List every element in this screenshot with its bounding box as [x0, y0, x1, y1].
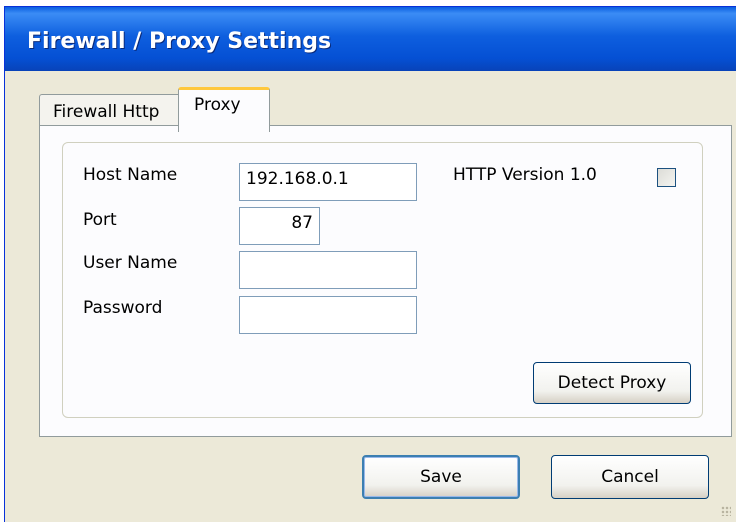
host-name-input[interactable]: 192.168.0.1 [239, 163, 417, 201]
port-label: Port [83, 210, 117, 230]
proxy-groupbox: Host Name 192.168.0.1 Port 87 User Name … [62, 142, 703, 418]
cancel-button[interactable]: Cancel [551, 455, 709, 499]
password-input[interactable] [239, 296, 417, 334]
port-input[interactable]: 87 [239, 207, 320, 245]
password-label: Password [83, 298, 163, 318]
user-name-label: User Name [83, 253, 178, 273]
detect-proxy-button[interactable]: Detect Proxy [533, 362, 691, 404]
tab-proxy[interactable]: Proxy [178, 87, 270, 132]
tab-proxy-label: Proxy [194, 95, 241, 115]
tab-firewall-http[interactable]: Firewall Http [39, 94, 181, 127]
host-name-label: Host Name [83, 165, 178, 185]
user-name-input[interactable] [239, 251, 417, 289]
save-button[interactable]: Save [362, 455, 520, 499]
resize-grip-icon[interactable] [721, 506, 731, 516]
http-version-checkbox[interactable] [657, 168, 676, 187]
tab-firewall-http-label: Firewall Http [53, 102, 160, 122]
http-version-label: HTTP Version 1.0 [453, 165, 597, 185]
proxy-tab-panel: Host Name 192.168.0.1 Port 87 User Name … [39, 125, 732, 437]
proxy-settings-window: Firewall / Proxy Settings Firewall Http … [4, 6, 736, 522]
title-bar[interactable]: Firewall / Proxy Settings [5, 7, 736, 71]
window-title: Firewall / Proxy Settings [27, 29, 332, 54]
